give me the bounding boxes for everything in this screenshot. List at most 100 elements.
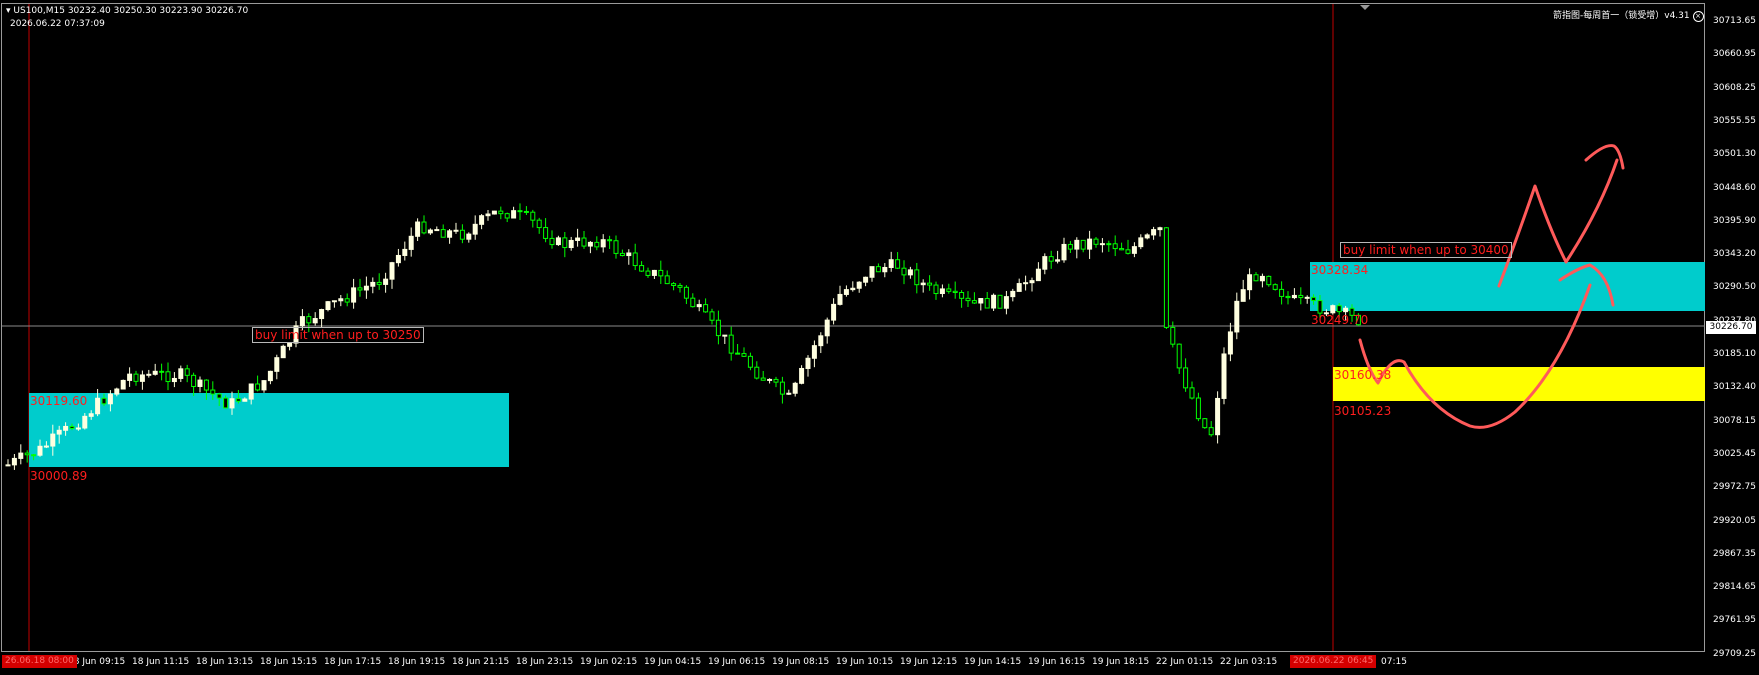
candle-body [517,210,523,213]
candle-body [959,292,965,299]
price-tick-label: 29867.35 [1713,548,1756,559]
candle-body [1240,289,1246,302]
candle-body [82,415,88,429]
time-tick-label: 19 Jun 06:15 [708,657,766,667]
candle-body [1003,296,1009,309]
candle-body [651,269,657,276]
candle-body [408,235,414,250]
time-tick-label: 19 Jun 10:15 [836,657,894,667]
candle-body [440,229,446,238]
left-buy-limit-note[interactable]: buy limit when up to 30250 [252,327,424,343]
left-demand-zone [29,393,509,467]
candle-body [709,311,715,321]
candle-body [1304,296,1310,299]
candle-body [939,288,945,295]
indicator-label: 箭指图-每周首一（锁受增）v4.31 × [1553,8,1704,22]
candle-body [376,281,382,285]
candle-body [927,282,933,286]
candle-body [242,398,248,402]
candle-body [363,285,369,291]
candle-body [402,248,408,256]
price-tick-label: 30290.50 [1713,282,1756,293]
candle-body [139,374,145,382]
candle-body [312,318,318,324]
candle-body [805,357,811,369]
candle-body [837,293,843,305]
candle-body [779,381,785,395]
candle-body [1291,294,1297,299]
candle-body [523,210,529,213]
candle-body [626,252,632,257]
candle-body [1208,427,1214,436]
candle-body [95,397,101,415]
candle-body [530,211,536,221]
candle-body [415,221,421,237]
candle-body [152,370,158,375]
candle-body [280,345,286,359]
candle-body [690,297,696,308]
candle-body [229,398,235,409]
current-price-badge: 30226.70 [1706,321,1756,334]
candle-body [1189,387,1195,399]
candle-body [1099,243,1105,246]
candle-body [1266,275,1272,286]
candle-body [1093,238,1099,245]
candle-body [331,300,337,303]
time-tick-label: 18 Jun 23:15 [516,657,574,667]
candle-body [466,233,472,240]
candle-body [792,382,798,394]
candle-body [741,353,747,357]
price-tick-label: 29709.25 [1713,648,1756,659]
candle-body [594,241,600,248]
candle-body [338,298,344,302]
candle-body [1055,259,1061,262]
right-zone-bottom-label: 30249.70 [1311,313,1369,327]
candle-body [1330,305,1336,314]
candle-body [261,380,267,391]
candle-body [824,319,830,337]
right-time-marker: 2026.06.22 06:45 [1290,655,1377,668]
candle-body [991,294,997,309]
left-zone-top-label: 30119.60 [30,394,88,408]
candle-body [459,229,465,240]
candle-body [248,383,254,400]
candle-body [1119,248,1125,251]
candle-body [37,445,43,456]
time-tick-label: 18 Jun 19:15 [388,657,446,667]
candle-body [453,229,459,232]
candle-body [1131,246,1137,254]
candle-body [888,259,894,268]
candle-body [184,368,190,376]
candle-body [1106,243,1112,246]
time-tick-label: 07:15 [1381,657,1407,667]
price-tick-label: 30713.65 [1713,16,1756,26]
candle-body [344,298,350,303]
candle-body [607,239,613,242]
candle-body [907,269,913,276]
candle-body [600,239,606,248]
candle-body [120,379,126,390]
candle-body [1125,249,1131,254]
time-tick-label: 19 Jun 08:15 [772,657,830,667]
time-tick-label: 18 Jun 13:15 [196,657,254,667]
price-tick-label: 29920.05 [1713,515,1756,526]
candle-body [306,316,312,324]
candle-body [114,388,120,395]
candle-body [850,287,856,291]
candle-body [1176,343,1182,369]
price-tick-label: 29814.65 [1713,582,1756,593]
candle-body [1311,296,1317,302]
candle-body [984,298,990,309]
price-tick-label: 30025.45 [1713,448,1756,459]
candle-body [75,427,81,430]
right-supply-zone [1310,262,1705,311]
chart-frame[interactable]: ▾ US100,M15 30232.40 30250.30 30223.90 3… [0,0,1759,675]
candle-body [63,425,69,431]
close-indicator-icon[interactable]: × [1692,11,1704,22]
collapse-arrow-icon[interactable]: ▾ [6,6,11,16]
candle-body [1285,295,1291,299]
symbol-quote: US100,M15 30232.40 30250.30 30223.90 302… [13,6,249,16]
candle-body [1016,283,1022,292]
right-buy-limit-note[interactable]: buy limit when up to 30400 [1340,242,1512,258]
candle-body [107,393,113,405]
